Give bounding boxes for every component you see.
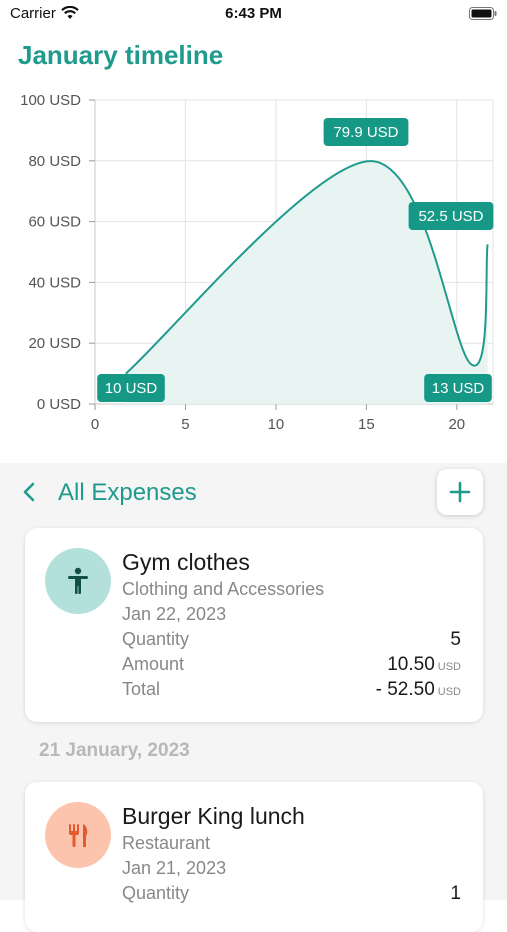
expense-date: Jan 22, 2023	[122, 604, 227, 624]
y-tick-label: 40 USD	[28, 274, 81, 291]
data-label-text: 10 USD	[105, 380, 158, 397]
quantity-label: Quantity	[122, 629, 190, 649]
data-label: 13 USD	[424, 374, 492, 402]
x-tick-label: 10	[268, 416, 285, 433]
total-unit: USD	[437, 686, 461, 698]
total-number: - 52.50	[375, 679, 435, 700]
data-label: 79.9 USD	[323, 118, 409, 146]
x-tick-label: 20	[448, 416, 465, 433]
total-label: Total	[122, 679, 161, 699]
person-icon	[68, 567, 88, 594]
y-tick-label: 60 USD	[28, 214, 81, 231]
date-section-header: 21 January, 2023	[39, 740, 190, 761]
battery-icon	[469, 7, 497, 20]
data-label-text: 52.5 USD	[418, 208, 483, 225]
timeline-chart: 0 USD 20 USD 40 USD 60 USD 80 USD 100 USD 0 5 1…	[20, 92, 494, 433]
data-label-text: 79.9 USD	[333, 124, 398, 141]
category-icon-circle	[45, 548, 111, 614]
quantity-number: 5	[450, 629, 461, 650]
expense-category: Clothing and Accessories	[122, 579, 325, 599]
chevron-left-icon[interactable]	[18, 480, 42, 504]
expense-card[interactable]: Gym clothes Clothing and Accessories Jan…	[25, 528, 483, 722]
status-bar: Carrier 6:43 PM	[0, 0, 507, 28]
y-tick-label: 20 USD	[28, 335, 81, 352]
x-tick-label: 5	[181, 416, 189, 433]
amount-number: 10.50	[387, 654, 435, 675]
section-title[interactable]: All Expenses	[58, 479, 197, 507]
status-time: 6:43 PM	[225, 5, 282, 22]
page-title: January timeline	[18, 40, 224, 70]
expense-title: Burger King lunch	[122, 803, 305, 829]
quantity-number: 1	[450, 883, 461, 904]
data-label: 10 USD	[97, 374, 165, 402]
x-axis-labels: 0 5 10 15 20	[91, 416, 465, 433]
fork-knife-icon	[69, 824, 88, 847]
quantity-value: 1	[450, 883, 461, 905]
amount-value: 10.50 USD	[387, 654, 461, 676]
expense-card[interactable]: Burger King lunch Restaurant Jan 21, 202…	[25, 782, 483, 932]
total-value: - 52.50 USD	[376, 679, 461, 701]
expense-title: Gym clothes	[122, 549, 250, 575]
amount-label: Amount	[122, 654, 185, 674]
data-label-text: 13 USD	[432, 380, 485, 397]
quantity-label: Quantity	[122, 883, 190, 903]
y-tick-label: 100 USD	[20, 92, 81, 109]
category-icon-circle	[45, 802, 111, 868]
add-expense-button[interactable]	[437, 469, 483, 515]
y-tick-label: 0 USD	[37, 396, 81, 413]
y-axis-labels: 0 USD 20 USD 40 USD 60 USD 80 USD 100 USD	[20, 92, 81, 413]
x-tick-label: 15	[358, 416, 375, 433]
data-label: 52.5 USD	[408, 202, 494, 230]
quantity-value: 5	[450, 629, 461, 651]
expense-date: Jan 21, 2023	[122, 858, 227, 878]
plus-icon	[449, 481, 471, 503]
expense-category: Restaurant	[122, 833, 211, 853]
x-tick-label: 0	[91, 416, 99, 433]
y-tick-label: 80 USD	[28, 153, 81, 170]
amount-unit: USD	[437, 661, 461, 673]
